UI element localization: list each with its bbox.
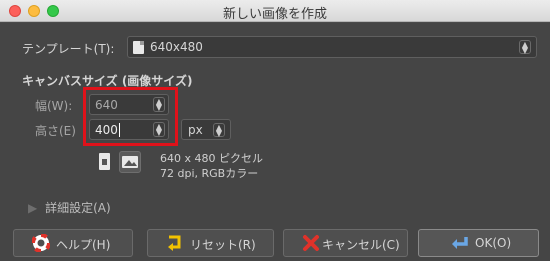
- cancel-button[interactable]: キャンセル(C): [283, 229, 408, 257]
- reset-button[interactable]: リセット(R): [147, 229, 274, 257]
- help-label: ヘルプ(H): [56, 238, 111, 252]
- template-label: テンプレート(T):: [22, 42, 115, 56]
- advanced-label: 詳細設定(A): [45, 201, 111, 215]
- landscape-button[interactable]: [119, 151, 141, 173]
- height-label: 高さ(E): [35, 124, 76, 138]
- template-value: 640x480: [150, 40, 203, 54]
- triangle-right-icon: ▶: [28, 201, 38, 215]
- ok-arrow-icon: [452, 237, 468, 249]
- help-button[interactable]: ヘルプ(H): [13, 229, 133, 257]
- portrait-button[interactable]: [93, 151, 115, 173]
- ok-button[interactable]: OK(O): [418, 229, 539, 257]
- unit-value: px: [188, 123, 203, 137]
- chevron-updown-icon: ▲ ▼: [519, 40, 531, 55]
- highlight-box: [83, 87, 178, 146]
- landscape-icon: [122, 156, 138, 168]
- image-dimensions-info: 640 x 480 ピクセル: [160, 152, 263, 165]
- width-label: 幅(W):: [35, 99, 73, 113]
- ok-label: OK(O): [475, 236, 512, 250]
- cancel-x-icon: [303, 235, 319, 251]
- file-icon: [133, 41, 144, 54]
- unit-select[interactable]: px ▲ ▼: [181, 119, 231, 140]
- title-bar: 新しい画像を作成: [0, 0, 550, 22]
- advanced-expander[interactable]: ▶ 詳細設定(A): [28, 199, 111, 216]
- reset-arrow-icon: [168, 235, 181, 251]
- portrait-icon: [99, 153, 110, 170]
- reset-label: リセット(R): [190, 238, 256, 252]
- image-resolution-info: 72 dpi, RGBカラー: [160, 167, 259, 180]
- dialog-content: テンプレート(T): 640x480 ▲ ▼ キャンバスサイズ (画像サイズ) 幅…: [0, 23, 550, 261]
- window-title: 新しい画像を作成: [222, 7, 327, 22]
- chevron-updown-icon: ▲ ▼: [213, 123, 225, 138]
- template-select[interactable]: 640x480 ▲ ▼: [127, 36, 537, 58]
- cancel-label: キャンセル(C): [322, 238, 400, 252]
- lifebuoy-icon: [32, 234, 50, 252]
